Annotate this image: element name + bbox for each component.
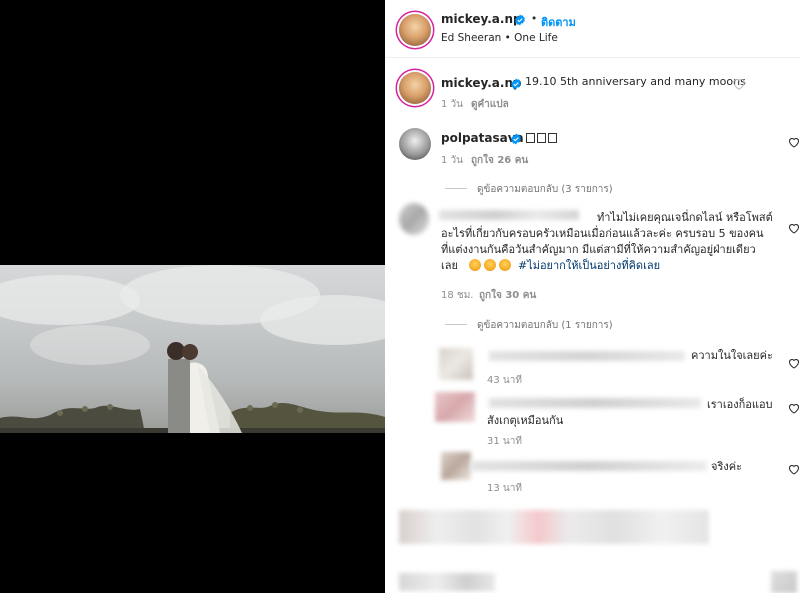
verified-badge-icon	[511, 133, 521, 145]
reply-avatar-blurred[interactable]	[439, 348, 473, 380]
hashtag-link[interactable]: #ไม่อยากให้เป็นอย่างที่คิดเลย	[518, 259, 660, 272]
post-media-panel[interactable]	[0, 0, 385, 593]
post-header: mickey.a.np • ติดตาม Ed Sheeran • One Li…	[385, 0, 800, 58]
follow-button[interactable]: ติดตาม	[541, 13, 576, 31]
comment-likes[interactable]: ถูกใจ 30 คน	[479, 288, 536, 303]
reply-username-blurred	[489, 351, 685, 361]
caption-time[interactable]: 1 วัน	[441, 97, 463, 112]
reply-text: ความในใจเลยค่ะ	[691, 349, 773, 362]
comment-time[interactable]: 18 ชม.	[441, 288, 473, 303]
comment-avatar-blurred[interactable]	[399, 203, 429, 235]
reply-avatar-blurred[interactable]	[441, 452, 471, 480]
unrendered-glyph-icon	[526, 133, 535, 143]
comment-line-3: ที่แต่งงานกันคือวันสำคัญมาก มีแต่สามีที่…	[441, 243, 756, 256]
comment-line-2: อะไรที่เกี่ยวกับครอบครัวเหมือนเมื่อก่อนแ…	[441, 227, 764, 240]
reply-username-blurred	[471, 461, 707, 471]
couple-figure	[167, 342, 242, 433]
reply-time[interactable]: 43 นาที	[487, 373, 522, 388]
like-heart-icon[interactable]	[788, 136, 800, 148]
blurred-comment	[399, 573, 495, 591]
caption-text: 19.10 5th anniversary and many moons	[525, 75, 746, 88]
translate-link[interactable]: ดูคำแปล	[471, 97, 509, 112]
like-heart-icon[interactable]	[788, 357, 800, 369]
replies-divider	[445, 188, 467, 189]
comment-time[interactable]: 1 วัน	[441, 153, 463, 168]
reply-time[interactable]: 31 นาที	[487, 434, 522, 449]
header-separator: •	[531, 13, 538, 25]
post-details-panel: mickey.a.np • ติดตาม Ed Sheeran • One Li…	[385, 0, 800, 593]
reply-username-blurred	[489, 398, 701, 408]
audio-track[interactable]: Ed Sheeran • One Life	[441, 32, 558, 44]
verified-badge-icon	[511, 78, 521, 90]
username-blurred	[439, 210, 579, 220]
replies-divider	[445, 324, 467, 325]
post-video[interactable]	[0, 265, 385, 433]
reply-time[interactable]: 13 นาที	[487, 481, 522, 496]
unrendered-glyph-icon	[537, 133, 546, 143]
like-heart-icon[interactable]	[788, 222, 800, 234]
comment-likes[interactable]: ถูกใจ 26 คน	[471, 153, 528, 168]
like-heart-icon[interactable]	[788, 402, 800, 414]
header-username[interactable]: mickey.a.np	[441, 12, 522, 26]
view-replies-link[interactable]: ดูข้อความตอบกลับ (3 รายการ)	[477, 182, 613, 197]
blurred-comment	[399, 510, 709, 544]
comment-line-1: ทำไมไม่เคยคุณเจนี่กดไลน์ หรือโพสต์	[597, 211, 773, 224]
comment-text-tail: เลย	[441, 259, 458, 272]
sad-face-emoji-icon	[469, 259, 482, 271]
sad-face-emoji-icon	[499, 259, 512, 271]
comment-line-4: เลย #ไม่อยากให้เป็นอย่างที่คิดเลย	[441, 258, 660, 275]
reply-text-line-2: สังเกตุเหมือนกัน	[487, 414, 564, 427]
instagram-post-view: mickey.a.np • ติดตาม Ed Sheeran • One Li…	[0, 0, 800, 593]
comment-avatar[interactable]	[399, 128, 431, 160]
unrendered-glyph-icon	[548, 133, 557, 143]
view-replies-link[interactable]: ดูข้อความตอบกลับ (1 รายการ)	[477, 318, 613, 333]
like-heart-icon[interactable]	[788, 463, 800, 475]
verified-badge-icon	[515, 14, 525, 26]
reply-text: เราเองก็อแอบ	[707, 398, 773, 411]
avatar[interactable]	[399, 14, 431, 46]
white-heart-emoji-icon	[733, 78, 745, 90]
reply-text: จริงค่ะ	[711, 460, 742, 473]
reply-avatar-blurred[interactable]	[435, 392, 475, 422]
sad-face-emoji-icon	[484, 259, 497, 271]
blurred-comment	[771, 571, 797, 593]
caption-avatar[interactable]	[399, 72, 431, 104]
